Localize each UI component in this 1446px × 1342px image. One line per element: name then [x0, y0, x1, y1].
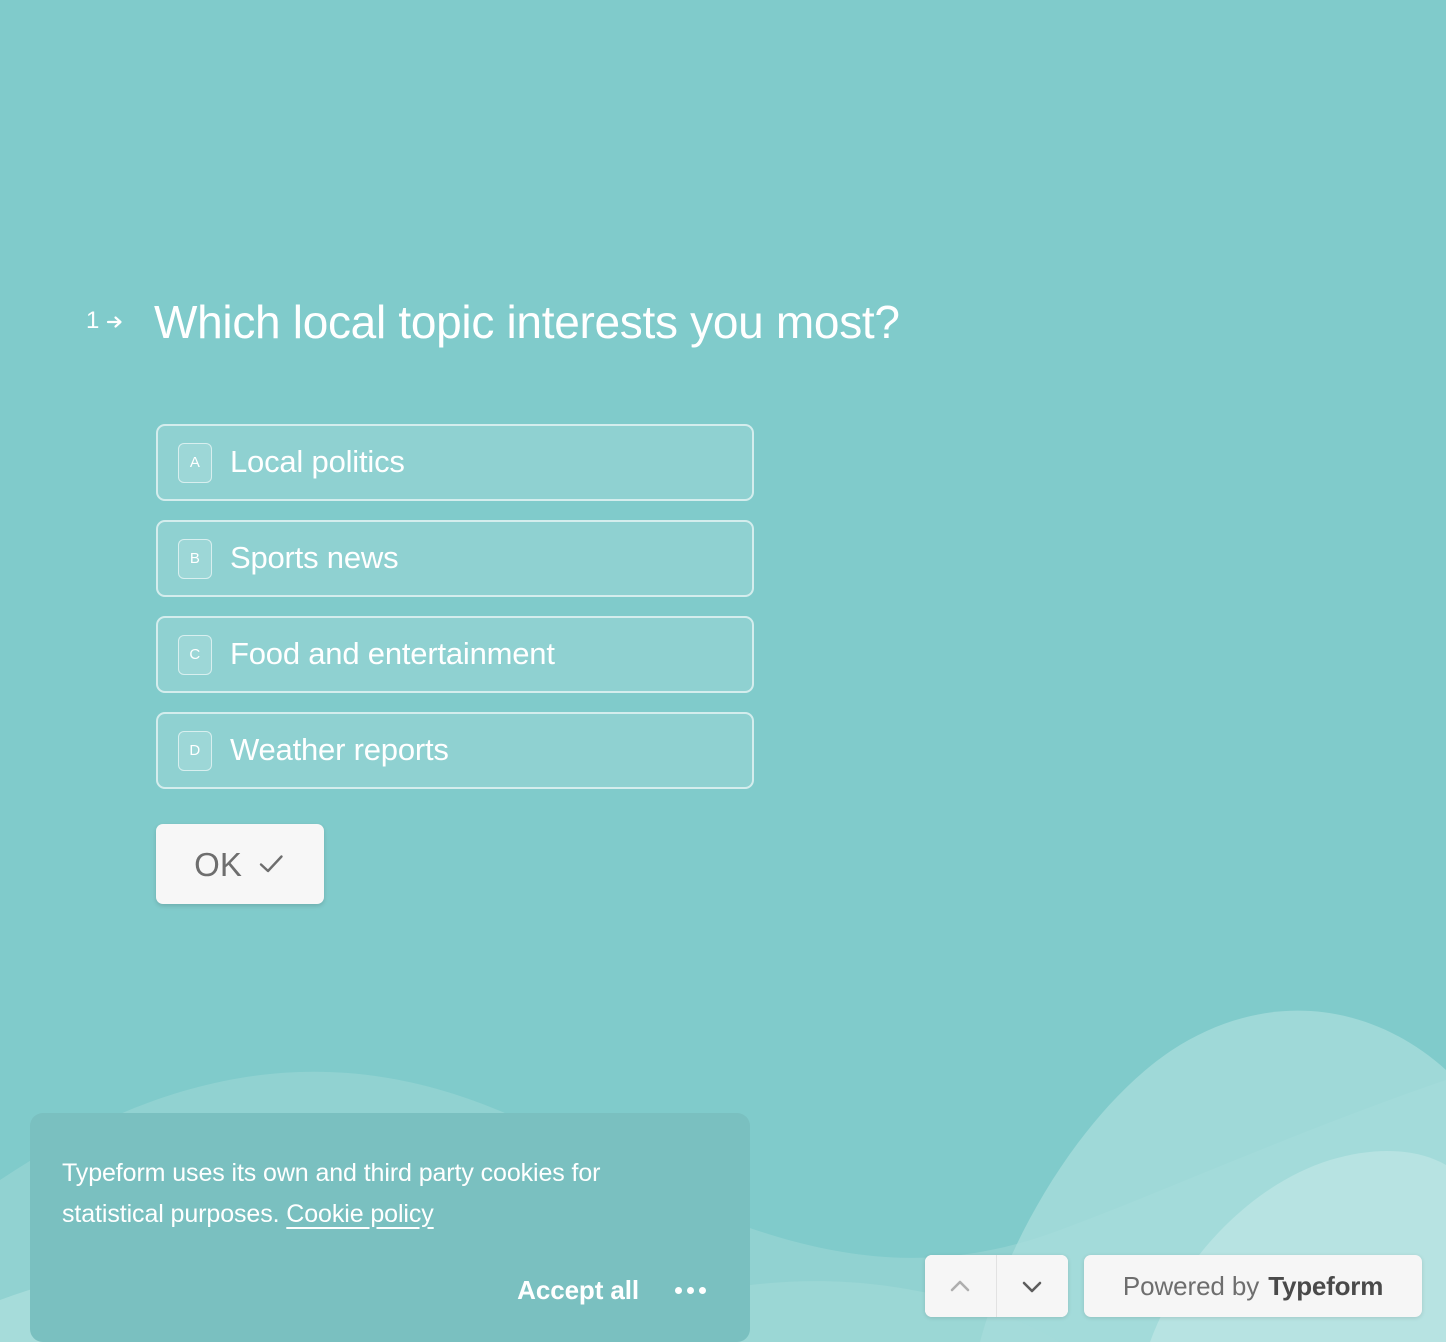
typeform-page: 1 Which local topic interests you most? …	[0, 0, 1446, 1342]
previous-question-button[interactable]	[925, 1255, 997, 1317]
powered-by-prefix: Powered by	[1122, 1270, 1260, 1301]
question-number: 1	[86, 307, 100, 334]
option-key-badge: A	[178, 442, 212, 483]
ok-button[interactable]: OK	[156, 824, 324, 904]
ellipsis-dot	[687, 1287, 694, 1294]
cookie-consent-banner: Typeform uses its own and third party co…	[30, 1113, 750, 1342]
ellipsis-icon[interactable]	[673, 1283, 708, 1298]
chevron-down-icon	[1018, 1272, 1046, 1300]
navigation-buttons	[925, 1255, 1068, 1317]
option-b[interactable]: B Sports news	[156, 520, 754, 597]
question-row: 1 Which local topic interests you most?	[86, 296, 1286, 349]
option-label: Local politics	[230, 444, 405, 479]
option-a[interactable]: A Local politics	[156, 424, 754, 501]
ellipsis-dot	[699, 1287, 706, 1294]
chevron-up-icon	[946, 1272, 974, 1300]
option-key-badge: B	[178, 538, 212, 579]
cookie-policy-link[interactable]: Cookie policy	[286, 1200, 433, 1228]
powered-by-typeform-badge[interactable]: Powered by Typeform	[1084, 1255, 1422, 1317]
next-question-button[interactable]	[996, 1255, 1068, 1317]
page-title: Which local topic interests you most?	[154, 296, 900, 348]
option-label: Sports news	[230, 540, 399, 575]
arrow-right-icon	[105, 312, 125, 332]
question-number-group: 1	[86, 309, 154, 333]
typeform-brand-name: Typeform	[1268, 1270, 1384, 1301]
ellipsis-dot	[675, 1287, 682, 1294]
accept-all-button[interactable]: Accept all	[517, 1275, 639, 1306]
option-c[interactable]: C Food and entertainment	[156, 616, 754, 693]
answer-options-list: A Local politics B Sports news C Food an…	[156, 424, 754, 808]
option-d[interactable]: D Weather reports	[156, 712, 754, 789]
option-label: Weather reports	[230, 732, 449, 767]
option-key-badge: D	[178, 730, 212, 771]
option-label: Food and entertainment	[230, 636, 555, 671]
option-key-badge: C	[178, 634, 212, 675]
question-block: 1 Which local topic interests you most?	[86, 296, 1286, 349]
cookie-actions: Accept all	[517, 1275, 708, 1306]
check-icon	[256, 849, 286, 879]
cookie-message: Typeform uses its own and third party co…	[62, 1153, 700, 1234]
ok-button-label: OK	[194, 845, 242, 883]
